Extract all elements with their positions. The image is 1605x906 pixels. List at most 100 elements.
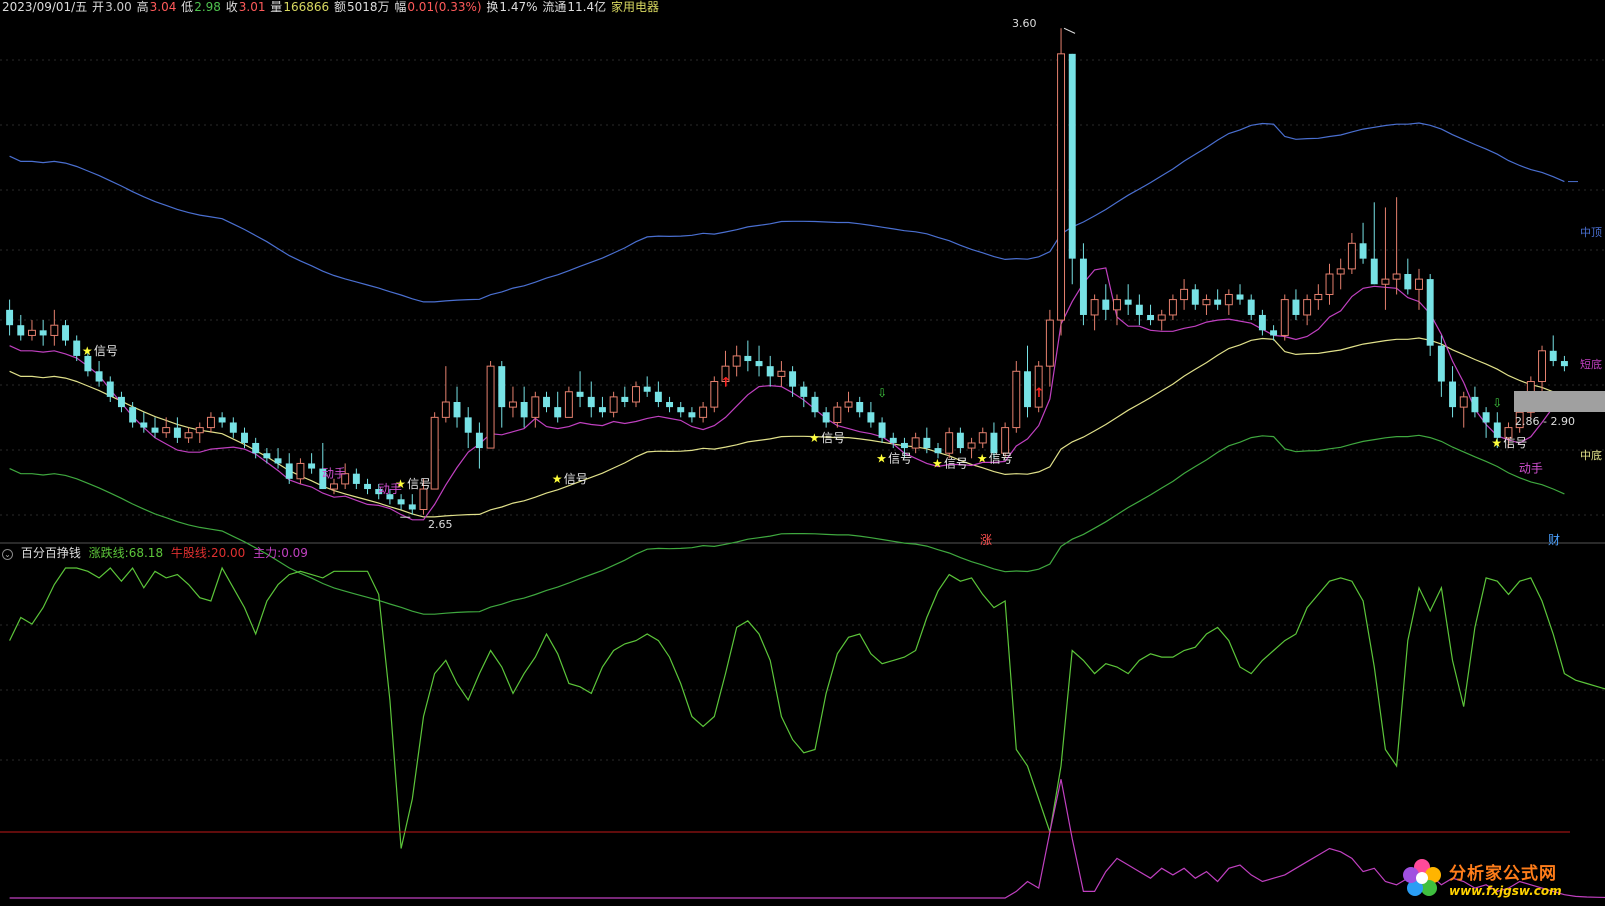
candle-body [1359,243,1367,259]
signal-label: 信号 [944,456,968,470]
watermark-cn: 分析家公式网 [1449,863,1557,884]
line2-label: 牛股线: [170,546,211,560]
candle-body [95,371,103,382]
candle-body [811,396,819,413]
line2-value: 20.00 [210,546,246,560]
candle-body [800,386,808,397]
candle-body [308,463,316,469]
candle-body [1124,299,1132,305]
line3-value: 0.09 [281,546,308,560]
candle-body [296,462,305,480]
high-value: 3.04 [149,0,177,14]
candle-body [330,483,338,490]
collapse-icon[interactable]: ⌄ [2,549,13,560]
turnover-value: 1.47% [499,0,538,14]
signal-star-icon: ★ [932,456,943,470]
candle-body [352,473,360,484]
candle-body [1303,299,1312,316]
candle-body [1057,53,1066,321]
short-line [9,267,1565,521]
candle-body [777,370,786,377]
candle-body [173,427,181,438]
bottom-band-line [9,434,1565,615]
candle-body [1482,412,1490,423]
candle-body [397,499,405,505]
candle-body [1347,242,1356,270]
candle-body [677,407,685,413]
candle-body [609,396,618,413]
candle-body [241,432,248,443]
candle-body [364,483,372,490]
candle-body [867,412,875,423]
candle-body [1113,299,1121,311]
candle-body [252,442,260,454]
candle-body [878,422,886,438]
candle-body [1449,381,1457,408]
candle-body [73,340,81,356]
candle-body [218,417,226,423]
candle-body [598,407,606,413]
candle-body [1102,299,1110,310]
candle-body [1258,314,1266,331]
rise-fall-line [9,566,1605,849]
sector-label[interactable]: 家用电器 [611,0,659,14]
candle-body [453,402,461,418]
candle-body [1090,299,1099,316]
open-value: 3.00 [105,0,132,14]
candle-body [1381,278,1390,285]
candle-body [1168,299,1177,316]
date: 2023/09/01/五 [2,0,88,14]
candle-body [621,396,629,402]
signal-star-icon: ★ [809,431,820,445]
candle-body [162,427,171,434]
candle-body [587,396,595,408]
candle-body [978,432,987,444]
candle-body [117,396,125,408]
candle-body [576,391,584,397]
buy-arrow-icon: ↑ [1034,386,1045,401]
close-value: 3.01 [238,0,266,14]
candle-body [911,437,920,449]
candle-body [1191,289,1199,305]
line1-label: 涨跌线: [88,546,129,560]
indicator-name[interactable]: 百分百挣钱 [21,546,81,560]
candle-body [1247,299,1255,315]
candle-body [1404,274,1412,290]
chart-canvas[interactable]: ★ 信号★ 信号★ 信号★ 信号 ★ 信号 ★ 信号★ 信号★ 信号动手动手动手↑↑⇩⇩ [0,0,1605,906]
candle-body [229,422,237,433]
min-price-label: 2.65 [428,518,453,531]
candle-body [1068,53,1076,259]
candle-body [945,432,954,454]
candle-body [475,432,483,449]
band-short-label: 短底 [1580,358,1602,371]
candle-body [1560,361,1568,367]
sell-arrow-icon: ⇩ [1492,396,1502,410]
signal-label: 信号 [989,451,1013,465]
signal-label: 信号 [1503,436,1527,450]
zhang-marker: 涨 [980,533,993,547]
indicator-header: ⌄ 百分百挣钱 涨跌线:68.18 牛股线:20.00 主力:0.09 [2,546,312,561]
candle-body [263,453,271,459]
candle-body [934,448,942,454]
candle-body [274,458,282,464]
candle-body [967,442,976,449]
signal-label: 信号 [407,477,431,491]
turnover-label: 换 [486,0,499,14]
float-value: 11.4亿 [567,0,607,14]
band-bottom-label: 中底 [1580,449,1602,462]
signal-label: 信号 [888,451,912,465]
signal-label: 信号 [821,431,845,445]
candle-body [1325,273,1334,295]
candle-body [6,309,14,326]
candle-body [732,355,741,367]
candle-body [990,432,998,454]
change-value: 0.01(0.33%) [407,0,482,14]
candle-body [520,402,528,418]
candle-body [923,437,931,449]
candle-body [17,325,25,336]
candle-body [1538,350,1547,383]
candle-body [1147,314,1155,321]
line3-label: 主力: [253,546,282,560]
candle-body [206,416,215,429]
main-force-line [9,779,1605,899]
